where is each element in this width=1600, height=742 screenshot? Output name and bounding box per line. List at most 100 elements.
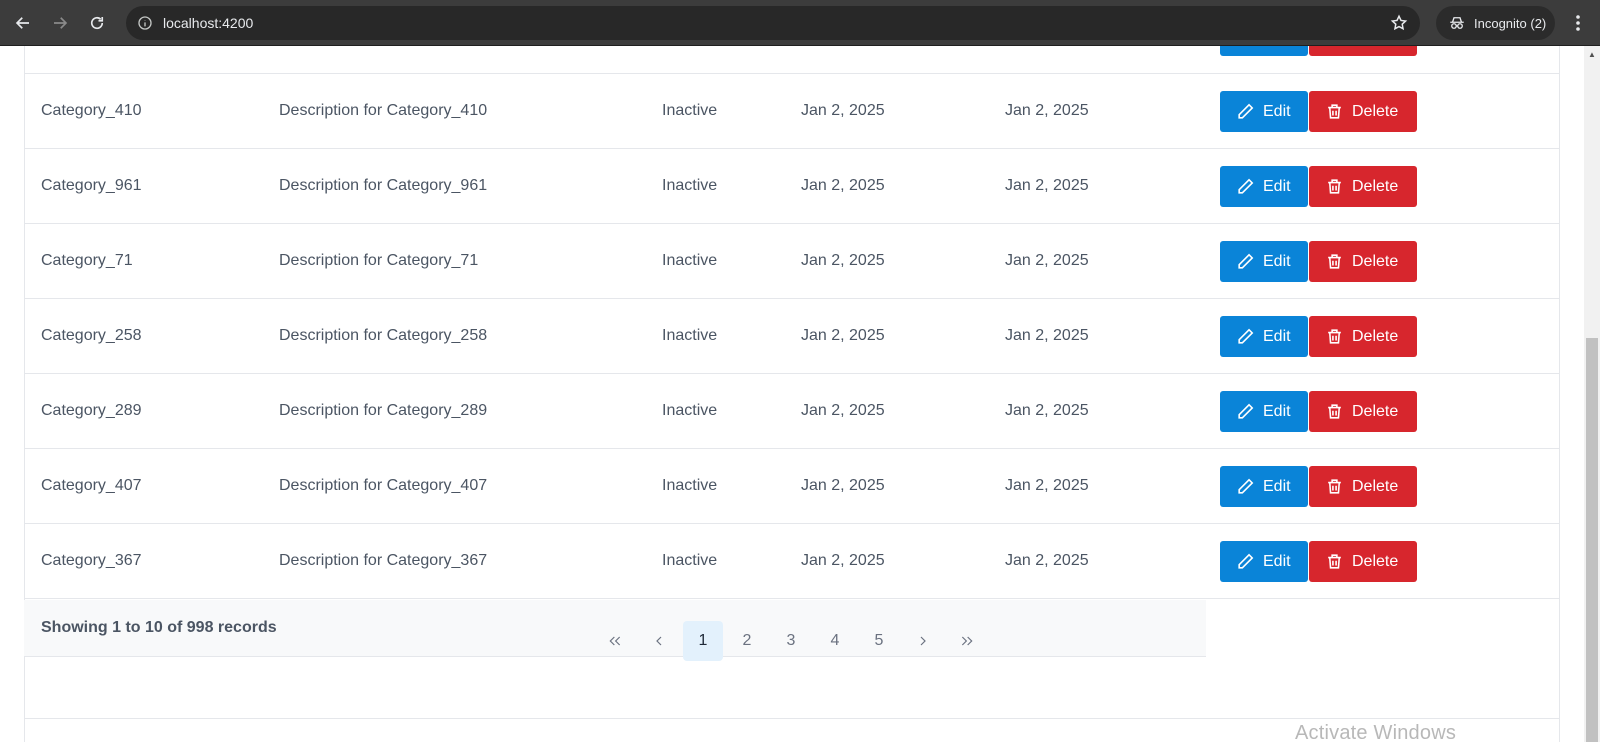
url-text[interactable]: localhost:4200 xyxy=(163,15,253,31)
address-bar[interactable]: localhost:4200 xyxy=(126,6,1420,40)
incognito-icon xyxy=(1450,17,1464,29)
reload-icon[interactable] xyxy=(82,8,112,38)
edit-button-label: Edit xyxy=(1263,102,1291,120)
trash-icon xyxy=(1328,404,1341,419)
records-summary: Showing 1 to 10 of 998 records xyxy=(41,619,277,636)
page-content: Category_410 Description for Category_41… xyxy=(0,46,1584,742)
incognito-indicator[interactable]: Incognito (2) xyxy=(1436,6,1555,40)
pencil-icon xyxy=(1238,178,1254,194)
table-row: Category_407 Description for Category_40… xyxy=(24,449,1560,524)
edit-button-label: Edit xyxy=(1263,252,1291,270)
updated-date-cell: Jan 2, 2025 xyxy=(1005,102,1089,119)
page-button-1[interactable]: 1 xyxy=(683,621,723,661)
edit-button-label: Edit xyxy=(1263,552,1291,570)
created-date-cell: Jan 2, 2025 xyxy=(801,477,885,494)
scrollbar-thumb[interactable] xyxy=(1586,338,1598,742)
forward-arrow-icon[interactable] xyxy=(45,8,75,38)
pencil-icon xyxy=(1238,253,1254,269)
delete-button-label: Delete xyxy=(1352,102,1399,120)
status-cell: Inactive xyxy=(662,177,718,194)
table-row: Category_961 Description for Category_96… xyxy=(24,149,1560,224)
next-page-button[interactable] xyxy=(903,621,943,661)
delete-button-partial[interactable] xyxy=(1309,46,1417,56)
status-cell: Inactive xyxy=(662,477,718,494)
chevrons-right-icon xyxy=(961,636,973,646)
delete-button-label: Delete xyxy=(1352,477,1399,495)
edit-button[interactable]: Edit xyxy=(1220,391,1308,432)
category-name-cell: Category_367 xyxy=(41,552,142,569)
description-cell: Description for Category_71 xyxy=(279,252,479,269)
category-name-cell: Category_961 xyxy=(41,177,142,194)
category-name-cell: Category_289 xyxy=(41,402,142,419)
scroll-up-arrow-icon[interactable]: ▲ xyxy=(1584,46,1600,63)
edit-button-label: Edit xyxy=(1263,327,1291,345)
pencil-icon xyxy=(1238,328,1254,344)
updated-date-cell: Jan 2, 2025 xyxy=(1005,477,1089,494)
edit-button[interactable]: Edit xyxy=(1220,166,1308,207)
status-cell: Inactive xyxy=(662,102,718,119)
table-row: Category_410 Description for Category_41… xyxy=(24,74,1560,149)
delete-button[interactable]: Delete xyxy=(1309,466,1417,507)
description-cell: Description for Category_407 xyxy=(279,477,488,494)
table-row: Category_71 Description for Category_71 … xyxy=(24,224,1560,299)
delete-button[interactable]: Delete xyxy=(1309,391,1417,432)
pencil-icon xyxy=(1238,553,1254,569)
delete-button[interactable]: Delete xyxy=(1309,541,1417,582)
last-page-button[interactable] xyxy=(947,621,987,661)
edit-button[interactable]: Edit xyxy=(1220,466,1308,507)
site-info-icon[interactable] xyxy=(134,12,156,34)
first-page-button[interactable] xyxy=(595,621,635,661)
vertical-scrollbar[interactable]: ▲ xyxy=(1584,46,1600,742)
status-cell: Inactive xyxy=(662,402,718,419)
trash-icon xyxy=(1328,554,1341,569)
delete-button[interactable]: Delete xyxy=(1309,241,1417,282)
edit-button[interactable]: Edit xyxy=(1220,91,1308,132)
chevron-right-icon xyxy=(920,636,926,646)
chevron-left-icon xyxy=(656,636,662,646)
back-arrow-icon[interactable] xyxy=(8,8,38,38)
page-button-4[interactable]: 4 xyxy=(815,621,855,661)
delete-button-label: Delete xyxy=(1352,177,1399,195)
delete-button-label: Delete xyxy=(1352,402,1399,420)
category-name-cell: Category_407 xyxy=(41,477,142,494)
edit-button[interactable]: Edit xyxy=(1220,541,1308,582)
created-date-cell: Jan 2, 2025 xyxy=(801,252,885,269)
created-date-cell: Jan 2, 2025 xyxy=(801,402,885,419)
updated-date-cell: Jan 2, 2025 xyxy=(1005,327,1089,344)
category-name-cell: Category_258 xyxy=(41,327,142,344)
edit-button-partial[interactable] xyxy=(1220,46,1308,56)
edit-button-label: Edit xyxy=(1263,402,1291,420)
description-cell: Description for Category_367 xyxy=(279,552,488,569)
previous-page-button[interactable] xyxy=(639,621,679,661)
edit-button-label: Edit xyxy=(1263,177,1291,195)
delete-button-label: Delete xyxy=(1352,552,1399,570)
table-row: Category_367 Description for Category_36… xyxy=(24,524,1560,599)
status-cell: Inactive xyxy=(662,552,718,569)
updated-date-cell: Jan 2, 2025 xyxy=(1005,177,1089,194)
delete-button-label: Delete xyxy=(1352,252,1399,270)
edit-button[interactable]: Edit xyxy=(1220,316,1308,357)
bookmark-star-icon[interactable] xyxy=(1388,12,1410,34)
category-name-cell: Category_71 xyxy=(41,252,133,269)
category-name-cell: Category_410 xyxy=(41,102,142,119)
browser-menu-icon[interactable] xyxy=(1564,8,1592,38)
table-row: Category_258 Description for Category_25… xyxy=(24,299,1560,374)
table-row-partial xyxy=(24,46,1560,74)
delete-button[interactable]: Delete xyxy=(1309,166,1417,207)
delete-button[interactable]: Delete xyxy=(1309,91,1417,132)
pencil-icon xyxy=(1238,403,1254,419)
activate-windows-watermark: Activate Windows xyxy=(1295,722,1457,742)
page-button-5[interactable]: 5 xyxy=(859,621,899,661)
pagination xyxy=(24,657,1560,719)
updated-date-cell: Jan 2, 2025 xyxy=(1005,552,1089,569)
created-date-cell: Jan 2, 2025 xyxy=(801,552,885,569)
browser-toolbar: localhost:4200 Incognito (2) xyxy=(0,0,1600,46)
page-button-3[interactable]: 3 xyxy=(771,621,811,661)
edit-button[interactable]: Edit xyxy=(1220,241,1308,282)
delete-button[interactable]: Delete xyxy=(1309,316,1417,357)
page-button-2[interactable]: 2 xyxy=(727,621,767,661)
trash-icon xyxy=(1328,329,1341,344)
description-cell: Description for Category_258 xyxy=(279,327,488,344)
description-cell: Description for Category_289 xyxy=(279,402,488,419)
status-cell: Inactive xyxy=(662,327,718,344)
